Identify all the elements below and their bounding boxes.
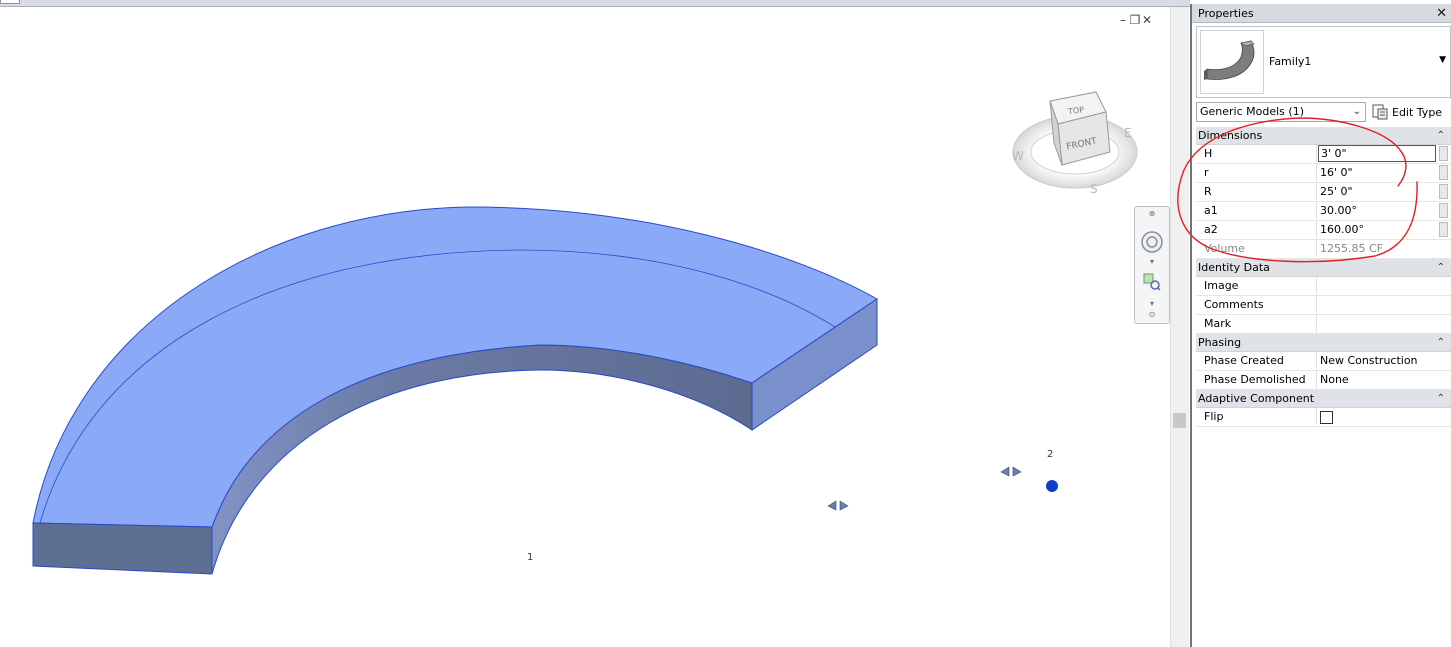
edit-type-button[interactable]: Edit Type xyxy=(1372,102,1442,122)
param-row-phase-created[interactable]: Phase Created New Construction xyxy=(1196,352,1451,371)
collapse-icon[interactable]: ⌃ xyxy=(1437,127,1445,144)
viewcube-south-label[interactable]: S xyxy=(1090,182,1098,196)
param-label: a1 xyxy=(1196,202,1317,219)
param-label: Comments xyxy=(1196,296,1317,313)
type-dropdown-arrow-icon[interactable]: ▼ xyxy=(1439,55,1446,65)
properties-grid: Dimensions ⌃ H 3' 0" r 16' 0" R 25' 0" a… xyxy=(1196,127,1451,427)
model-canvas[interactable]: 1 2 TOP FRONT W E S xyxy=(0,7,1170,647)
collapse-icon[interactable]: ⌃ xyxy=(1437,259,1445,276)
category-filter-select[interactable]: Generic Models (1) ⌄ xyxy=(1196,102,1366,122)
param-row-H[interactable]: H 3' 0" xyxy=(1196,145,1451,164)
strip-tab xyxy=(0,0,20,4)
group-phasing-label: Phasing xyxy=(1198,336,1242,349)
chevron-down-icon[interactable]: ▾ xyxy=(1135,257,1169,266)
param-label: Phase Demolished xyxy=(1196,371,1317,388)
collapse-icon[interactable]: ⌃ xyxy=(1437,390,1445,407)
restore-icon[interactable]: ❐ xyxy=(1129,13,1141,27)
properties-title: Properties xyxy=(1198,6,1254,20)
zoom-region-icon[interactable] xyxy=(1143,273,1161,291)
steering-wheel-icon[interactable] xyxy=(1141,231,1163,253)
navbar-options-icon[interactable]: ⊙ xyxy=(1135,310,1169,319)
param-row-flip[interactable]: Flip xyxy=(1196,408,1451,427)
point-label-2: 2 xyxy=(1047,449,1053,460)
param-value-input[interactable]: 3' 0" xyxy=(1318,145,1436,162)
associate-parameter-button[interactable] xyxy=(1439,165,1448,180)
scrollbar-thumb[interactable] xyxy=(1173,413,1186,428)
param-label: Volume xyxy=(1196,240,1317,257)
param-label: H xyxy=(1196,145,1317,162)
close-icon[interactable]: ✕ xyxy=(1436,6,1447,21)
param-row-r[interactable]: r 16' 0" xyxy=(1196,164,1451,183)
param-value-input[interactable]: 160.00° xyxy=(1318,221,1436,238)
group-identity-data[interactable]: Identity Data ⌃ xyxy=(1196,259,1451,277)
param-row-R[interactable]: R 25' 0" xyxy=(1196,183,1451,202)
flip-checkbox[interactable] xyxy=(1320,411,1333,424)
point-arrow-2[interactable] xyxy=(1000,466,1022,477)
filter-row: Generic Models (1) ⌄ Edit Type xyxy=(1192,100,1451,124)
param-label: Flip xyxy=(1196,408,1317,425)
param-value-input[interactable]: 16' 0" xyxy=(1318,164,1436,181)
properties-panel: Properties ✕ Family1 ▼ Generic Models (1… xyxy=(1190,4,1451,647)
chevron-down-icon[interactable]: ⌄ xyxy=(1353,103,1361,121)
group-identity-label: Identity Data xyxy=(1198,261,1270,274)
group-adaptive-component[interactable]: Adaptive Component ⌃ xyxy=(1196,390,1451,408)
point-label-1: 1 xyxy=(527,552,533,563)
associate-parameter-button[interactable] xyxy=(1439,222,1448,237)
top-strip xyxy=(0,0,1190,7)
param-row-phase-demolished[interactable]: Phase Demolished None xyxy=(1196,371,1451,390)
viewcube-west-label[interactable]: W xyxy=(1012,149,1024,163)
navigation-bar[interactable]: ⊗ ▾ ▾ ⊙ xyxy=(1134,206,1170,324)
curved-beam-icon xyxy=(1204,40,1255,80)
family-name: Family1 xyxy=(1269,55,1312,68)
viewcube-east-label[interactable]: E xyxy=(1124,126,1132,140)
viewport-window-controls: – ❐ ✕ xyxy=(1117,13,1153,27)
viewport-scrollbar[interactable] xyxy=(1170,7,1189,647)
minimize-icon[interactable]: – xyxy=(1117,13,1129,27)
collapse-icon[interactable]: ⌃ xyxy=(1437,334,1445,351)
param-label: Image xyxy=(1196,277,1317,294)
3d-viewport[interactable]: 1 2 TOP FRONT W E S – ❐ ✕ ⊗ ▾ ▾ ⊙ xyxy=(0,7,1170,647)
category-filter-value: Generic Models (1) xyxy=(1200,105,1304,118)
group-dimensions-label: Dimensions xyxy=(1198,129,1263,142)
associate-parameter-button[interactable] xyxy=(1439,203,1448,218)
param-row-comments[interactable]: Comments xyxy=(1196,296,1451,315)
param-value-input[interactable] xyxy=(1318,296,1436,313)
navbar-close-icon[interactable]: ⊗ xyxy=(1135,209,1169,218)
param-row-volume: Volume 1255.85 CF xyxy=(1196,240,1451,259)
edit-type-icon xyxy=(1372,104,1388,120)
point-arrow-1[interactable] xyxy=(827,500,849,511)
group-adaptive-label: Adaptive Component xyxy=(1198,392,1315,405)
group-dimensions[interactable]: Dimensions ⌃ xyxy=(1196,127,1451,145)
param-value-input[interactable]: 25' 0" xyxy=(1318,183,1436,200)
param-value-input[interactable]: 30.00° xyxy=(1318,202,1436,219)
param-value-select[interactable]: None xyxy=(1318,371,1436,388)
group-phasing[interactable]: Phasing ⌃ xyxy=(1196,334,1451,352)
param-value-input[interactable] xyxy=(1318,277,1436,294)
view-cube[interactable]: TOP FRONT W E S xyxy=(1012,91,1138,196)
param-value-select[interactable]: New Construction xyxy=(1318,352,1436,369)
param-row-image[interactable]: Image xyxy=(1196,277,1451,296)
param-row-a2[interactable]: a2 160.00° xyxy=(1196,221,1451,240)
param-label: r xyxy=(1196,164,1317,181)
associate-parameter-button[interactable] xyxy=(1439,146,1448,161)
adaptive-point-2[interactable] xyxy=(1046,480,1058,492)
properties-titlebar: Properties ✕ xyxy=(1192,4,1451,23)
param-label: Mark xyxy=(1196,315,1317,332)
family-thumbnail xyxy=(1200,30,1264,94)
type-selector[interactable]: Family1 ▼ xyxy=(1196,26,1451,98)
param-value-readonly: 1255.85 CF xyxy=(1320,242,1383,255)
end-face-left xyxy=(32,522,213,575)
param-value-input[interactable] xyxy=(1318,315,1436,332)
associate-parameter-button[interactable] xyxy=(1439,184,1448,199)
close-icon[interactable]: ✕ xyxy=(1141,13,1153,27)
param-row-a1[interactable]: a1 30.00° xyxy=(1196,202,1451,221)
edit-type-label: Edit Type xyxy=(1392,105,1443,119)
param-label: R xyxy=(1196,183,1317,200)
flip-checkbox-cell[interactable] xyxy=(1318,408,1436,425)
param-label: a2 xyxy=(1196,221,1317,238)
param-label: Phase Created xyxy=(1196,352,1317,369)
param-row-mark[interactable]: Mark xyxy=(1196,315,1451,334)
zoom-chevron-down-icon[interactable]: ▾ xyxy=(1135,299,1169,308)
